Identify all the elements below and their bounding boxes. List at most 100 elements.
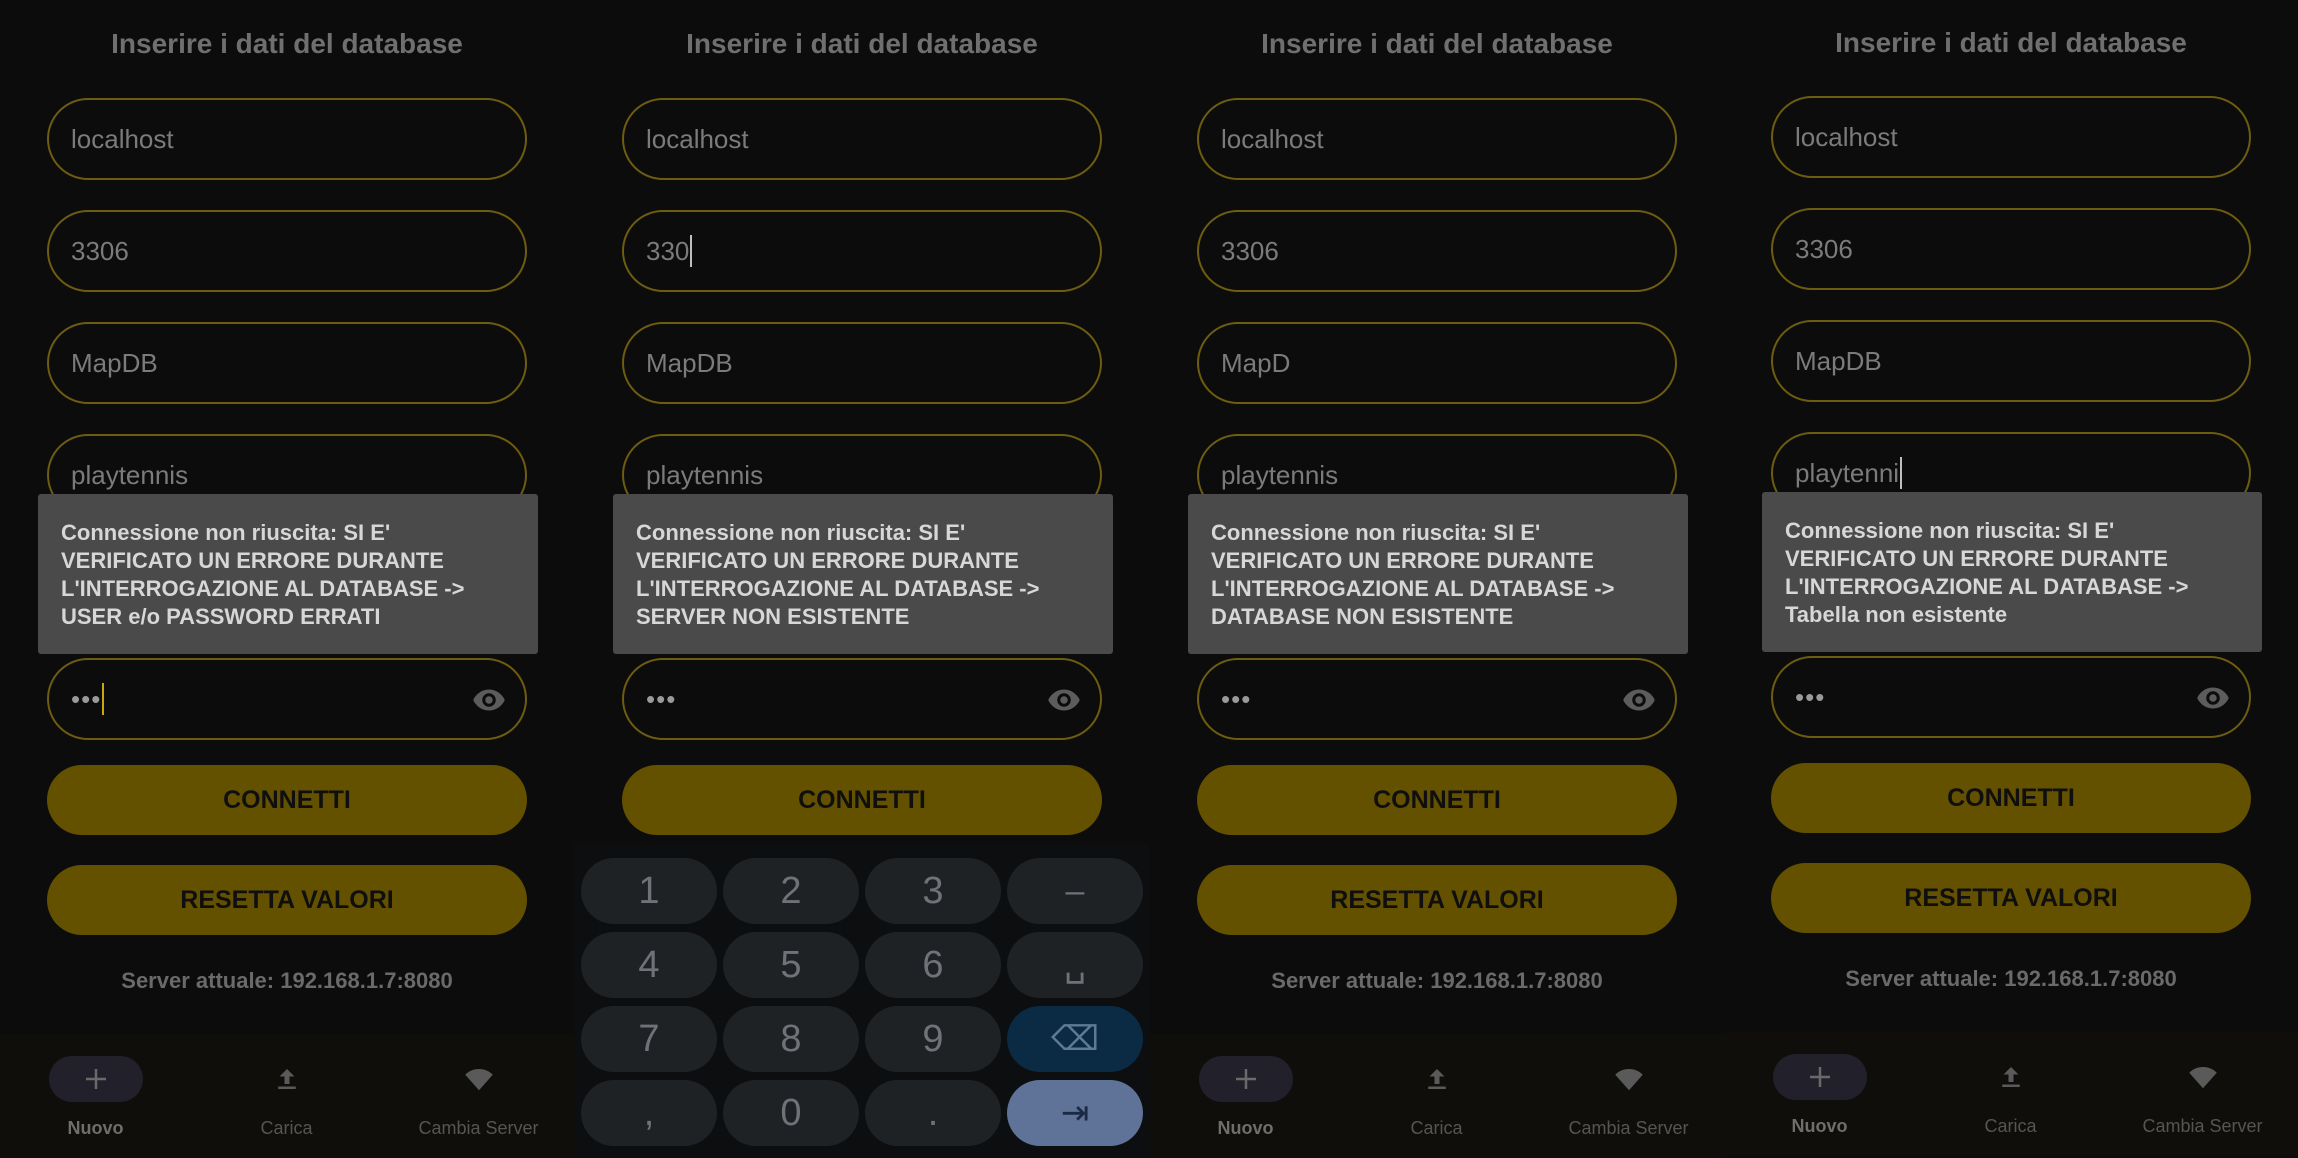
- wifi-icon: [2188, 1067, 2217, 1089]
- key-dot[interactable]: .: [865, 1080, 1001, 1146]
- nav-load-label: Carica: [1984, 1116, 2037, 1136]
- page-title: Inserire i dati del database: [111, 28, 463, 59]
- nav-new[interactable]: Nuovo: [1150, 1034, 1341, 1158]
- key-2[interactable]: 2: [723, 858, 859, 924]
- plus-icon: [1809, 1067, 1830, 1087]
- key-3[interactable]: 3: [865, 858, 1001, 924]
- eye-icon[interactable]: [471, 682, 507, 718]
- host-input[interactable]: localhost: [1771, 96, 2251, 178]
- server-status: Server attuale: 192.168.1.7:8080: [1845, 966, 2177, 991]
- port-value: 3306: [1795, 234, 1853, 264]
- connect-button[interactable]: CONNETTI: [622, 765, 1102, 835]
- password-input[interactable]: •••: [47, 658, 527, 740]
- eye-icon[interactable]: [1046, 682, 1082, 718]
- database-input[interactable]: MapDB: [622, 322, 1102, 404]
- key-7[interactable]: 7: [581, 1006, 717, 1072]
- database-value: MapD: [1221, 348, 1291, 378]
- host-input[interactable]: localhost: [47, 98, 527, 180]
- password-mask: •••: [1795, 682, 1826, 712]
- key-minus[interactable]: –: [1007, 858, 1143, 924]
- nav-load[interactable]: Carica: [1341, 1034, 1532, 1158]
- nav-server[interactable]: Cambia Server: [383, 1034, 574, 1158]
- bottom-nav: Nuovo Carica Cambia Server: [0, 1034, 574, 1158]
- host-value: localhost: [646, 124, 749, 154]
- text-cursor: [102, 683, 105, 716]
- password-mask: •••: [1221, 684, 1252, 714]
- space-key[interactable]: ␣: [1007, 932, 1143, 998]
- eye-icon[interactable]: [1621, 682, 1657, 718]
- page-title: Inserire i dati del database: [686, 28, 1038, 59]
- port-value: 3306: [1221, 236, 1279, 266]
- password-input[interactable]: •••: [1771, 656, 2251, 738]
- port-value: 3306: [71, 236, 129, 266]
- nav-server-label: Cambia Server: [418, 1118, 539, 1138]
- reset-button[interactable]: RESETTA VALORI: [1771, 863, 2251, 933]
- key-5[interactable]: 5: [723, 932, 859, 998]
- host-value: localhost: [1221, 124, 1324, 154]
- password-input[interactable]: •••: [1197, 658, 1677, 740]
- connect-button[interactable]: CONNETTI: [1197, 765, 1677, 835]
- page-title: Inserire i dati del database: [1261, 28, 1613, 59]
- reset-button[interactable]: RESETTA VALORI: [47, 865, 527, 935]
- screen-panel-3: Inserire i dati del database localhost 3…: [1150, 0, 1724, 1158]
- nav-new-label: Nuovo: [1791, 1116, 1848, 1136]
- nav-load[interactable]: Carica: [1915, 1032, 2106, 1156]
- plus-icon: [85, 1069, 106, 1089]
- password-mask: •••: [646, 684, 677, 714]
- error-toast: Connessione non riuscita: SI E' VERIFICA…: [1188, 494, 1688, 654]
- connect-button[interactable]: CONNETTI: [1771, 763, 2251, 833]
- key-8[interactable]: 8: [723, 1006, 859, 1072]
- host-input[interactable]: localhost: [622, 98, 1102, 180]
- eye-icon[interactable]: [2195, 680, 2231, 716]
- error-toast: Connessione non riuscita: SI E' VERIFICA…: [38, 494, 538, 654]
- table-value: playtenni: [1795, 458, 1900, 488]
- next-field-key[interactable]: ⇥: [1007, 1080, 1143, 1146]
- nav-load[interactable]: Carica: [191, 1034, 382, 1158]
- nav-new[interactable]: Nuovo: [0, 1034, 191, 1158]
- server-status: Server attuale: 192.168.1.7:8080: [121, 968, 453, 993]
- nav-load-label: Carica: [260, 1118, 313, 1138]
- screen-panel-4: Inserire i dati del database localhost 3…: [1724, 0, 2298, 1158]
- nav-server-label: Cambia Server: [1568, 1118, 1689, 1138]
- text-cursor: [1900, 457, 1903, 490]
- nav-server[interactable]: Cambia Server: [2107, 1032, 2298, 1156]
- key-comma[interactable]: ,: [581, 1080, 717, 1146]
- numeric-keypad: 1 2 3 – 4 5 6 ␣ 7 8 9 ⌫ , 0 . ⇥: [575, 844, 1149, 1158]
- key-6[interactable]: 6: [865, 932, 1001, 998]
- key-4[interactable]: 4: [581, 932, 717, 998]
- nav-new[interactable]: Nuovo: [1724, 1032, 1915, 1156]
- password-mask: •••: [71, 684, 102, 714]
- reset-button[interactable]: RESETTA VALORI: [1197, 865, 1677, 935]
- port-value: 330: [646, 236, 690, 266]
- port-input[interactable]: 3306: [1771, 208, 2251, 290]
- bottom-nav: Nuovo Carica Cambia Server: [1724, 1032, 2298, 1156]
- error-toast: Connessione non riuscita: SI E' VERIFICA…: [613, 494, 1113, 654]
- upload-icon: [1427, 1069, 1446, 1089]
- nav-load-label: Carica: [1410, 1118, 1463, 1138]
- text-cursor: [690, 235, 693, 268]
- key-9[interactable]: 9: [865, 1006, 1001, 1072]
- wifi-icon: [464, 1069, 493, 1091]
- password-input[interactable]: •••: [622, 658, 1102, 740]
- host-input[interactable]: localhost: [1197, 98, 1677, 180]
- database-input[interactable]: MapDB: [47, 322, 527, 404]
- nav-server-label: Cambia Server: [2142, 1116, 2263, 1136]
- upload-icon: [277, 1069, 296, 1089]
- port-input[interactable]: 330: [622, 210, 1102, 292]
- nav-new-label: Nuovo: [67, 1118, 124, 1138]
- upload-icon: [2001, 1067, 2020, 1087]
- key-0[interactable]: 0: [723, 1080, 859, 1146]
- key-1[interactable]: 1: [581, 858, 717, 924]
- database-input[interactable]: MapDB: [1771, 320, 2251, 402]
- connect-button[interactable]: CONNETTI: [47, 765, 527, 835]
- database-value: MapDB: [646, 348, 733, 378]
- bottom-nav: Nuovo Carica Cambia Server: [1150, 1034, 1724, 1158]
- backspace-key[interactable]: ⌫: [1007, 1006, 1143, 1072]
- database-input[interactable]: MapD: [1197, 322, 1677, 404]
- port-input[interactable]: 3306: [1197, 210, 1677, 292]
- server-status: Server attuale: 192.168.1.7:8080: [1271, 968, 1603, 993]
- host-value: localhost: [71, 124, 174, 154]
- nav-server[interactable]: Cambia Server: [1533, 1034, 1724, 1158]
- page-title: Inserire i dati del database: [1835, 27, 2187, 58]
- port-input[interactable]: 3306: [47, 210, 527, 292]
